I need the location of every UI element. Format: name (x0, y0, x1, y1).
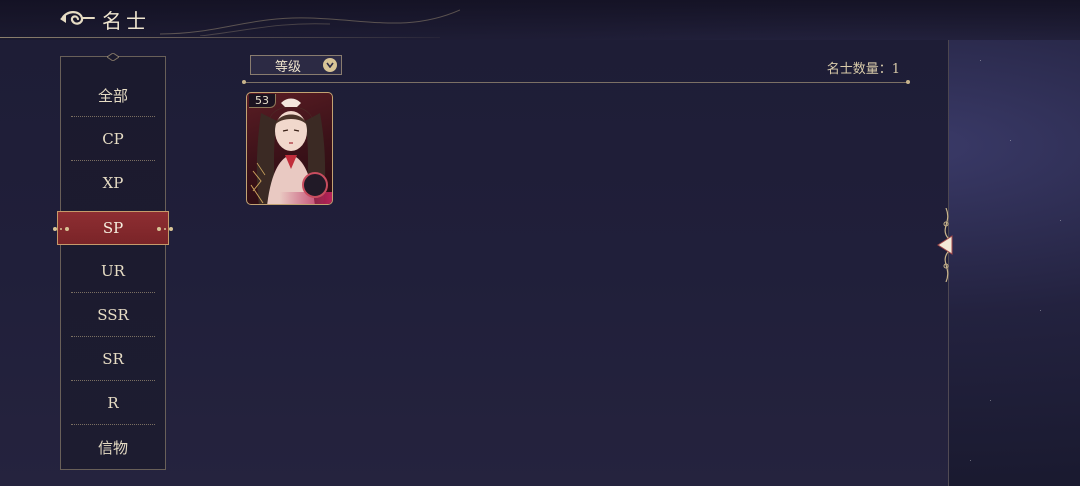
back-swirl-icon[interactable] (58, 8, 96, 30)
sidebar-item-sp[interactable]: SP (53, 211, 173, 245)
sidebar-item-all[interactable]: 全部 (61, 73, 165, 117)
sidebar-notch-decoration (107, 53, 119, 61)
count-value: 1 (891, 62, 900, 77)
sidebar-item-cp[interactable]: CP (61, 117, 165, 161)
level-badge: 53 (249, 94, 276, 108)
header-underline (0, 37, 440, 38)
top-bar: 名士 (0, 0, 1080, 40)
sidebar-item-label: SR (102, 350, 124, 368)
sidebar-item-label: 全部 (97, 86, 128, 105)
sidebar-item-keepsake[interactable]: 信物 (61, 425, 165, 469)
page-title: 名士 (102, 9, 150, 33)
sidebar-item-label: UR (101, 262, 125, 280)
sidebar-item-r[interactable]: R (61, 381, 165, 425)
header-ornament-decoration (160, 9, 460, 36)
sidebar-item-sr[interactable]: SR (61, 337, 165, 381)
filter-divider (242, 80, 910, 84)
chevron-down-icon (323, 58, 337, 72)
sidebar-item-label: CP (102, 130, 124, 148)
dots-decoration (53, 227, 69, 231)
sidebar-item-label: SP (102, 219, 124, 237)
count-display: 名士数量：1 (827, 58, 900, 77)
emblem-icon (302, 172, 328, 198)
rarity-sidebar: 全部 CP XP SP UR SSR SR R 信物 (53, 53, 173, 470)
sidebar-item-label: SSR (97, 306, 129, 324)
sort-dropdown[interactable]: 等级 (250, 55, 342, 75)
sort-label: 等级 (275, 59, 302, 75)
sidebar-item-label: R (107, 394, 119, 412)
sidebar-item-label: 信物 (97, 438, 128, 457)
sidebar-item-ssr[interactable]: SSR (61, 293, 165, 337)
sidebar-item-xp[interactable]: XP (61, 161, 165, 205)
expand-arrow-icon[interactable] (934, 207, 958, 283)
character-card[interactable]: 53 (246, 92, 333, 205)
count-label: 名士数量： (826, 62, 892, 77)
sidebar-item-ur[interactable]: UR (61, 249, 165, 293)
sidebar-item-label: XP (102, 174, 124, 192)
dots-decoration (157, 227, 173, 231)
